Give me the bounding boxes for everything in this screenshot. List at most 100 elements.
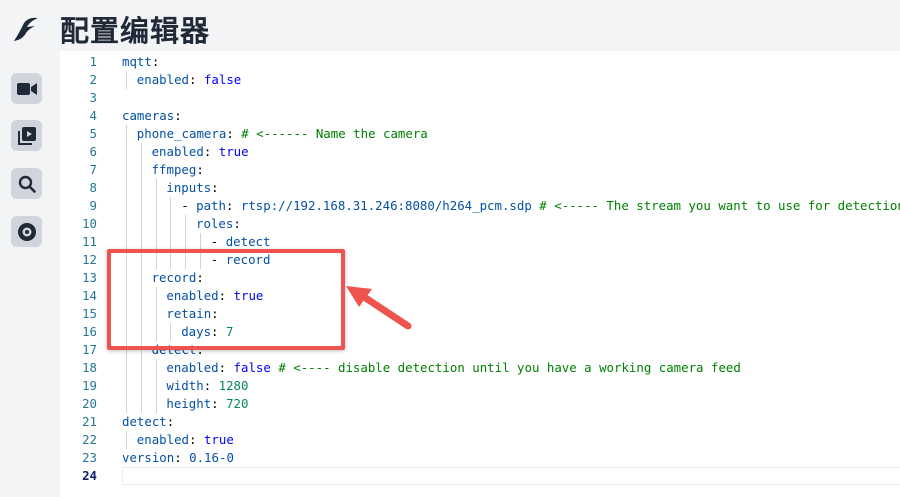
code-token: : xyxy=(189,72,204,87)
code-token: # <----- The stream you want to use for … xyxy=(539,198,900,213)
code-token: rtsp://192.168.31.246:8080/h264_pcm.sdp xyxy=(240,198,532,213)
indent-guide xyxy=(140,359,142,377)
line-number: 4 xyxy=(89,108,97,123)
code-text: ffmpeg: xyxy=(152,161,204,179)
code-token: mqtt xyxy=(122,54,152,69)
code-token: false xyxy=(233,360,271,375)
code-token: : xyxy=(233,216,241,231)
line-number: 16 xyxy=(82,324,97,339)
code-line[interactable]: 20 height: 720 xyxy=(60,395,900,413)
line-number: 6 xyxy=(89,144,97,159)
code-token: : xyxy=(211,180,219,195)
indent-guide xyxy=(126,197,127,215)
code-line[interactable]: 24 xyxy=(60,467,900,485)
page-title: 配置编辑器 xyxy=(60,14,211,48)
code-token: : xyxy=(189,432,204,447)
indent-guide xyxy=(126,359,127,377)
line-number: 18 xyxy=(82,360,97,375)
code-token: : xyxy=(174,450,190,465)
indent-guide xyxy=(155,395,157,413)
settings-nav-button[interactable] xyxy=(11,216,42,247)
code-text: cameras: xyxy=(122,107,182,125)
recordings-nav-button[interactable] xyxy=(11,120,42,151)
search-icon xyxy=(18,175,36,193)
code-text: height: 720 xyxy=(166,395,248,413)
code-token: 0.16-0 xyxy=(189,450,234,465)
code-token: - xyxy=(181,198,197,213)
code-text: enabled: true xyxy=(137,431,234,449)
indent-guide xyxy=(155,179,157,197)
line-number: 23 xyxy=(82,450,97,465)
line-number: 19 xyxy=(82,378,97,393)
code-line[interactable]: 9 - path: rtsp://192.168.31.246:8080/h264… xyxy=(60,197,900,215)
code-token: 720 xyxy=(226,396,249,411)
line-number: 3 xyxy=(89,90,97,105)
indent-guide xyxy=(140,197,142,215)
line-number: 21 xyxy=(82,414,97,429)
code-text: enabled: true xyxy=(152,143,249,161)
code-line[interactable]: 7 ffmpeg: xyxy=(60,161,900,179)
indent-guide xyxy=(155,197,157,215)
code-token: : xyxy=(166,414,175,429)
code-line[interactable]: 8 inputs: xyxy=(60,179,900,197)
code-token: phone_camera xyxy=(136,126,227,141)
line-number: 12 xyxy=(82,252,97,267)
code-token: : xyxy=(174,108,182,123)
indent-guide xyxy=(155,377,157,395)
code-text: enabled: false xyxy=(137,71,241,89)
code-text: mqtt: xyxy=(122,53,159,71)
indent-guide xyxy=(126,395,127,413)
indent-guide xyxy=(126,377,127,395)
code-line[interactable]: 10 roles: xyxy=(60,215,900,233)
code-token: enabled xyxy=(136,72,190,87)
code-token: : xyxy=(225,198,241,213)
code-token: - xyxy=(210,234,226,249)
indent-guide xyxy=(140,377,142,395)
code-line[interactable]: 18 enabled: false # <---- disable detecti… xyxy=(60,359,900,377)
highlight-box xyxy=(107,249,345,350)
code-line[interactable]: 19 width: 1280 xyxy=(60,377,900,395)
code-token: path xyxy=(196,198,226,213)
line-number: 24 xyxy=(82,468,97,483)
code-line[interactable]: 23 version: 0.16-0 xyxy=(60,449,900,467)
code-line[interactable]: 4 cameras: xyxy=(60,107,900,125)
code-line[interactable]: 6 enabled: true xyxy=(60,143,900,161)
annotation-arrow-icon xyxy=(346,286,412,330)
code-line[interactable]: 22 enabled: true xyxy=(60,431,900,449)
indent-guide xyxy=(126,143,127,161)
line-number: 8 xyxy=(89,180,97,195)
code-token: inputs xyxy=(166,180,212,195)
code-token: : xyxy=(151,54,160,69)
recordings-icon xyxy=(17,126,36,145)
bird-logo-icon[interactable] xyxy=(10,14,42,46)
code-token: roles xyxy=(196,216,234,231)
indent-guide xyxy=(170,215,172,233)
code-token: : xyxy=(226,126,242,141)
indent-guide xyxy=(155,215,157,233)
line-number: 20 xyxy=(82,396,97,411)
indent-guide xyxy=(140,215,142,233)
video-camera-icon xyxy=(16,82,37,95)
indent-guide xyxy=(126,71,127,89)
code-token: true xyxy=(218,144,249,159)
code-line[interactable]: 5 phone_camera: # <------ Name the camera xyxy=(60,125,900,143)
code-line[interactable]: 21 detect: xyxy=(60,413,900,431)
code-text: width: 1280 xyxy=(166,377,248,395)
line-number: 14 xyxy=(82,288,97,303)
code-line[interactable]: 1 mqtt: xyxy=(60,53,900,71)
code-text: - path: rtsp://192.168.31.246:8080/h264_… xyxy=(181,197,900,215)
code-line[interactable]: 2 enabled: false xyxy=(60,71,900,89)
code-token: false xyxy=(203,72,242,87)
code-token: height xyxy=(166,396,212,411)
cameras-nav-button[interactable] xyxy=(11,73,42,104)
indent-guide xyxy=(126,125,127,143)
code-token: enabled xyxy=(136,432,190,447)
line-number: 13 xyxy=(82,270,97,285)
code-line[interactable]: 3 xyxy=(60,89,900,107)
code-token: : xyxy=(203,144,219,159)
line-number: 5 xyxy=(89,126,97,141)
line-number: 2 xyxy=(89,72,97,87)
search-nav-button[interactable] xyxy=(11,168,42,199)
indent-guide xyxy=(140,161,142,179)
indent-guide xyxy=(170,197,172,215)
